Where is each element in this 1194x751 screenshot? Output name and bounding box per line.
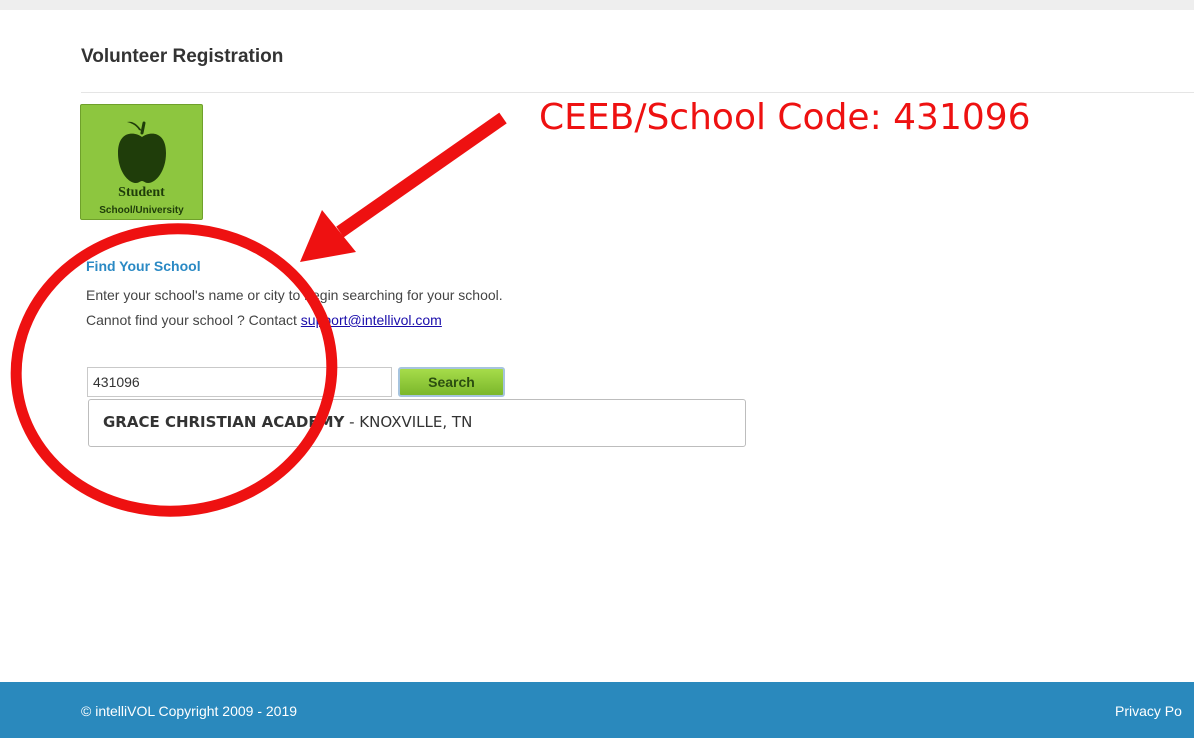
result-school-name: GRACE CHRISTIAN ACADEMY bbox=[103, 413, 345, 431]
school-search-input[interactable] bbox=[87, 367, 392, 397]
copyright-text: © intelliVOL Copyright 2009 - 2019 bbox=[81, 703, 298, 719]
annotation-arrow-head bbox=[300, 210, 356, 262]
support-text: Cannot find your school ? Contact suppor… bbox=[86, 312, 442, 328]
footer: © intelliVOL Copyright 2009 - 2019 Priva… bbox=[0, 682, 1194, 738]
page-title: Volunteer Registration bbox=[81, 46, 284, 67]
tile-subtitle: School/University bbox=[99, 205, 184, 216]
privacy-policy-link[interactable]: Privacy Po bbox=[1115, 703, 1182, 719]
find-school-heading: Find Your School bbox=[86, 258, 201, 274]
annotation-text: CEEB/School Code: 431096 bbox=[539, 97, 1031, 138]
support-prefix: Cannot find your school ? Contact bbox=[86, 312, 301, 328]
title-divider bbox=[81, 92, 1194, 93]
result-item[interactable]: GRACE CHRISTIAN ACADEMY - KNOXVILLE, TN bbox=[103, 413, 472, 431]
support-email-link[interactable]: support@intellivol.com bbox=[301, 312, 442, 328]
search-results-dropdown: GRACE CHRISTIAN ACADEMY - KNOXVILLE, TN bbox=[88, 399, 746, 447]
annotation-arrow-shaft bbox=[336, 112, 507, 238]
result-location: - KNOXVILLE, TN bbox=[344, 413, 473, 431]
student-tile[interactable]: Student School/University bbox=[80, 104, 203, 220]
tile-title: Student bbox=[118, 185, 165, 200]
top-bar bbox=[0, 0, 1194, 10]
instruction-text: Enter your school's name or city to begi… bbox=[86, 287, 503, 303]
apple-icon bbox=[118, 121, 166, 183]
bottom-strip bbox=[0, 738, 1194, 751]
search-button[interactable]: Search bbox=[398, 367, 505, 397]
